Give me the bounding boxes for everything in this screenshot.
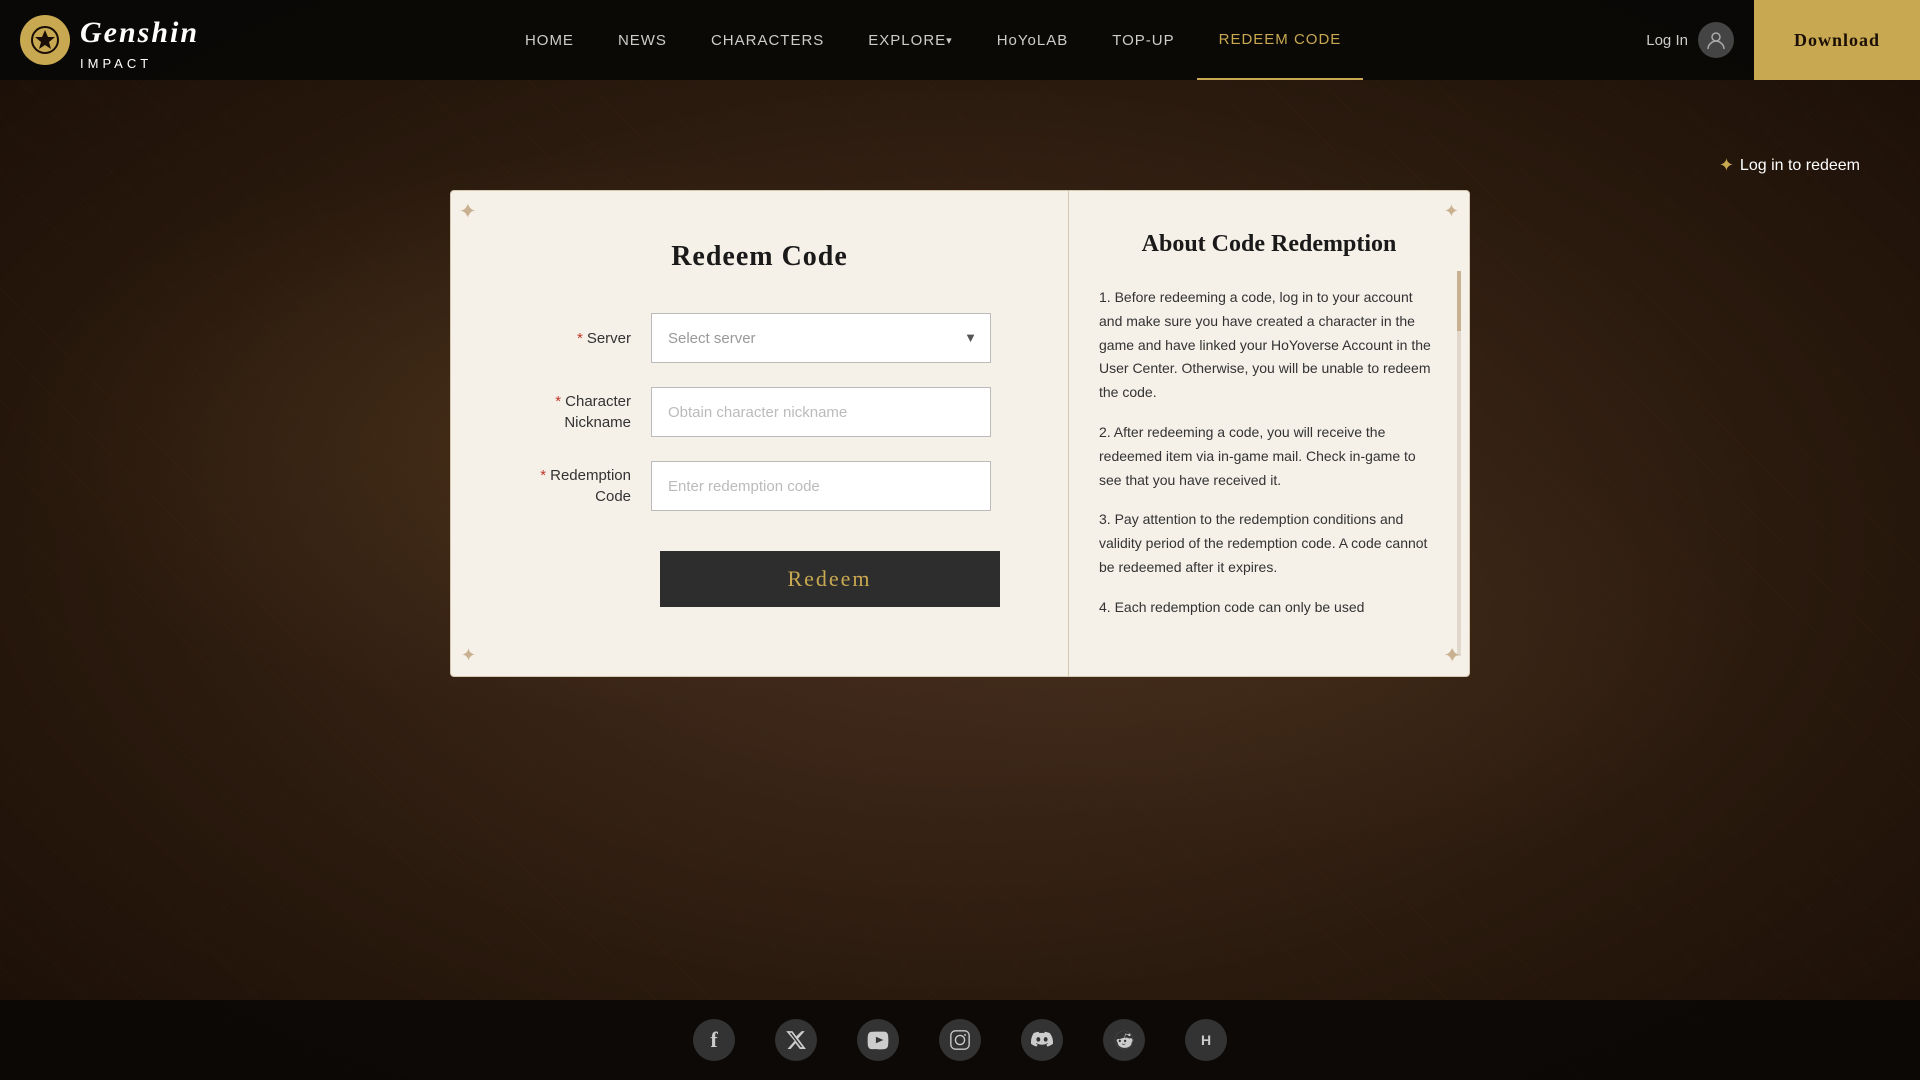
logo-icon <box>20 15 70 65</box>
corner-br-icon: ✦ <box>1444 645 1459 666</box>
social-youtube[interactable] <box>857 1019 899 1061</box>
code-input[interactable] <box>651 461 991 511</box>
logo-sub-text: IMPACT <box>80 57 220 70</box>
social-hoyolab-footer[interactable]: H <box>1185 1019 1227 1061</box>
server-select[interactable]: Select server America Europe Asia TW/HK/… <box>651 313 991 363</box>
footer: f H <box>0 1000 1920 1080</box>
scroll-track <box>1457 271 1461 656</box>
nav-login-button[interactable]: Log In <box>1626 0 1754 80</box>
nickname-input-wrap <box>651 387 1008 437</box>
nav-links: HOME NEWS CHARACTERS EXPLORE HoYoLAB TOP… <box>240 0 1626 80</box>
nav-characters[interactable]: CHARACTERS <box>689 0 846 80</box>
info-point-4: 4. Each redemption code can only be used <box>1099 596 1439 620</box>
info-title: About Code Redemption <box>1099 231 1439 258</box>
nickname-label: *CharacterNickname <box>511 391 651 433</box>
nav-redeemcode[interactable]: REDEEM CODE <box>1197 0 1364 80</box>
nav-hoyolab[interactable]: HoYoLAB <box>975 0 1091 80</box>
login-star-icon: ✦ <box>1719 155 1734 176</box>
nav-right: Log In Download <box>1626 0 1920 80</box>
server-label: *Server <box>511 328 651 349</box>
social-facebook[interactable]: f <box>693 1019 735 1061</box>
nav-news[interactable]: NEWS <box>596 0 689 80</box>
code-row: *RedemptionCode <box>511 461 1008 511</box>
nickname-input[interactable] <box>651 387 991 437</box>
logo-text: Genshin IMPACT <box>80 10 220 70</box>
form-title: Redeem Code <box>671 241 848 273</box>
download-button[interactable]: Download <box>1754 0 1920 80</box>
nav-topup[interactable]: TOP-UP <box>1090 0 1196 80</box>
info-section: About Code Redemption 1. Before redeemin… <box>1069 191 1469 676</box>
redeem-form-section: Redeem Code *Server Select server Americ… <box>451 191 1069 676</box>
login-label: Log In <box>1646 32 1688 49</box>
server-input-wrap: Select server America Europe Asia TW/HK/… <box>651 313 1008 363</box>
code-required-mark: * <box>540 467 546 484</box>
social-discord[interactable] <box>1021 1019 1063 1061</box>
info-point-2: 2. After redeeming a code, you will rece… <box>1099 421 1439 492</box>
navbar: Genshin IMPACT HOME NEWS CHARACTERS EXPL… <box>0 0 1920 80</box>
code-input-wrap <box>651 461 1008 511</box>
redeem-button[interactable]: Redeem <box>660 551 1000 607</box>
user-icon <box>1698 22 1734 58</box>
info-text: 1. Before redeeming a code, log in to yo… <box>1099 286 1439 620</box>
login-to-redeem-label: Log in to redeem <box>1740 157 1860 175</box>
info-point-3: 3. Pay attention to the redemption condi… <box>1099 508 1439 579</box>
nickname-required-mark: * <box>555 393 561 410</box>
nav-logo[interactable]: Genshin IMPACT <box>0 10 240 70</box>
server-select-wrap[interactable]: Select server America Europe Asia TW/HK/… <box>651 313 991 363</box>
social-instagram[interactable] <box>939 1019 981 1061</box>
corner-tl-icon: ✦ <box>461 201 476 222</box>
nav-home[interactable]: HOME <box>503 0 596 80</box>
redeem-card: ✦ ✦ ✦ ✦ Redeem Code *Server Select serve… <box>450 190 1470 677</box>
logo-main-text: Genshin <box>80 10 220 57</box>
info-point-1: 1. Before redeeming a code, log in to yo… <box>1099 286 1439 405</box>
svg-text:Genshin: Genshin <box>80 16 199 49</box>
scroll-thumb[interactable] <box>1457 271 1461 331</box>
nav-explore[interactable]: EXPLORE <box>846 0 974 80</box>
login-to-redeem[interactable]: ✦ Log in to redeem <box>1719 155 1860 176</box>
server-required-mark: * <box>577 330 583 347</box>
server-row: *Server Select server America Europe Asi… <box>511 313 1008 363</box>
social-reddit[interactable] <box>1103 1019 1145 1061</box>
corner-bl-icon: ✦ <box>461 645 476 666</box>
nickname-row: *CharacterNickname <box>511 387 1008 437</box>
social-twitter[interactable] <box>775 1019 817 1061</box>
code-label: *RedemptionCode <box>511 465 651 507</box>
